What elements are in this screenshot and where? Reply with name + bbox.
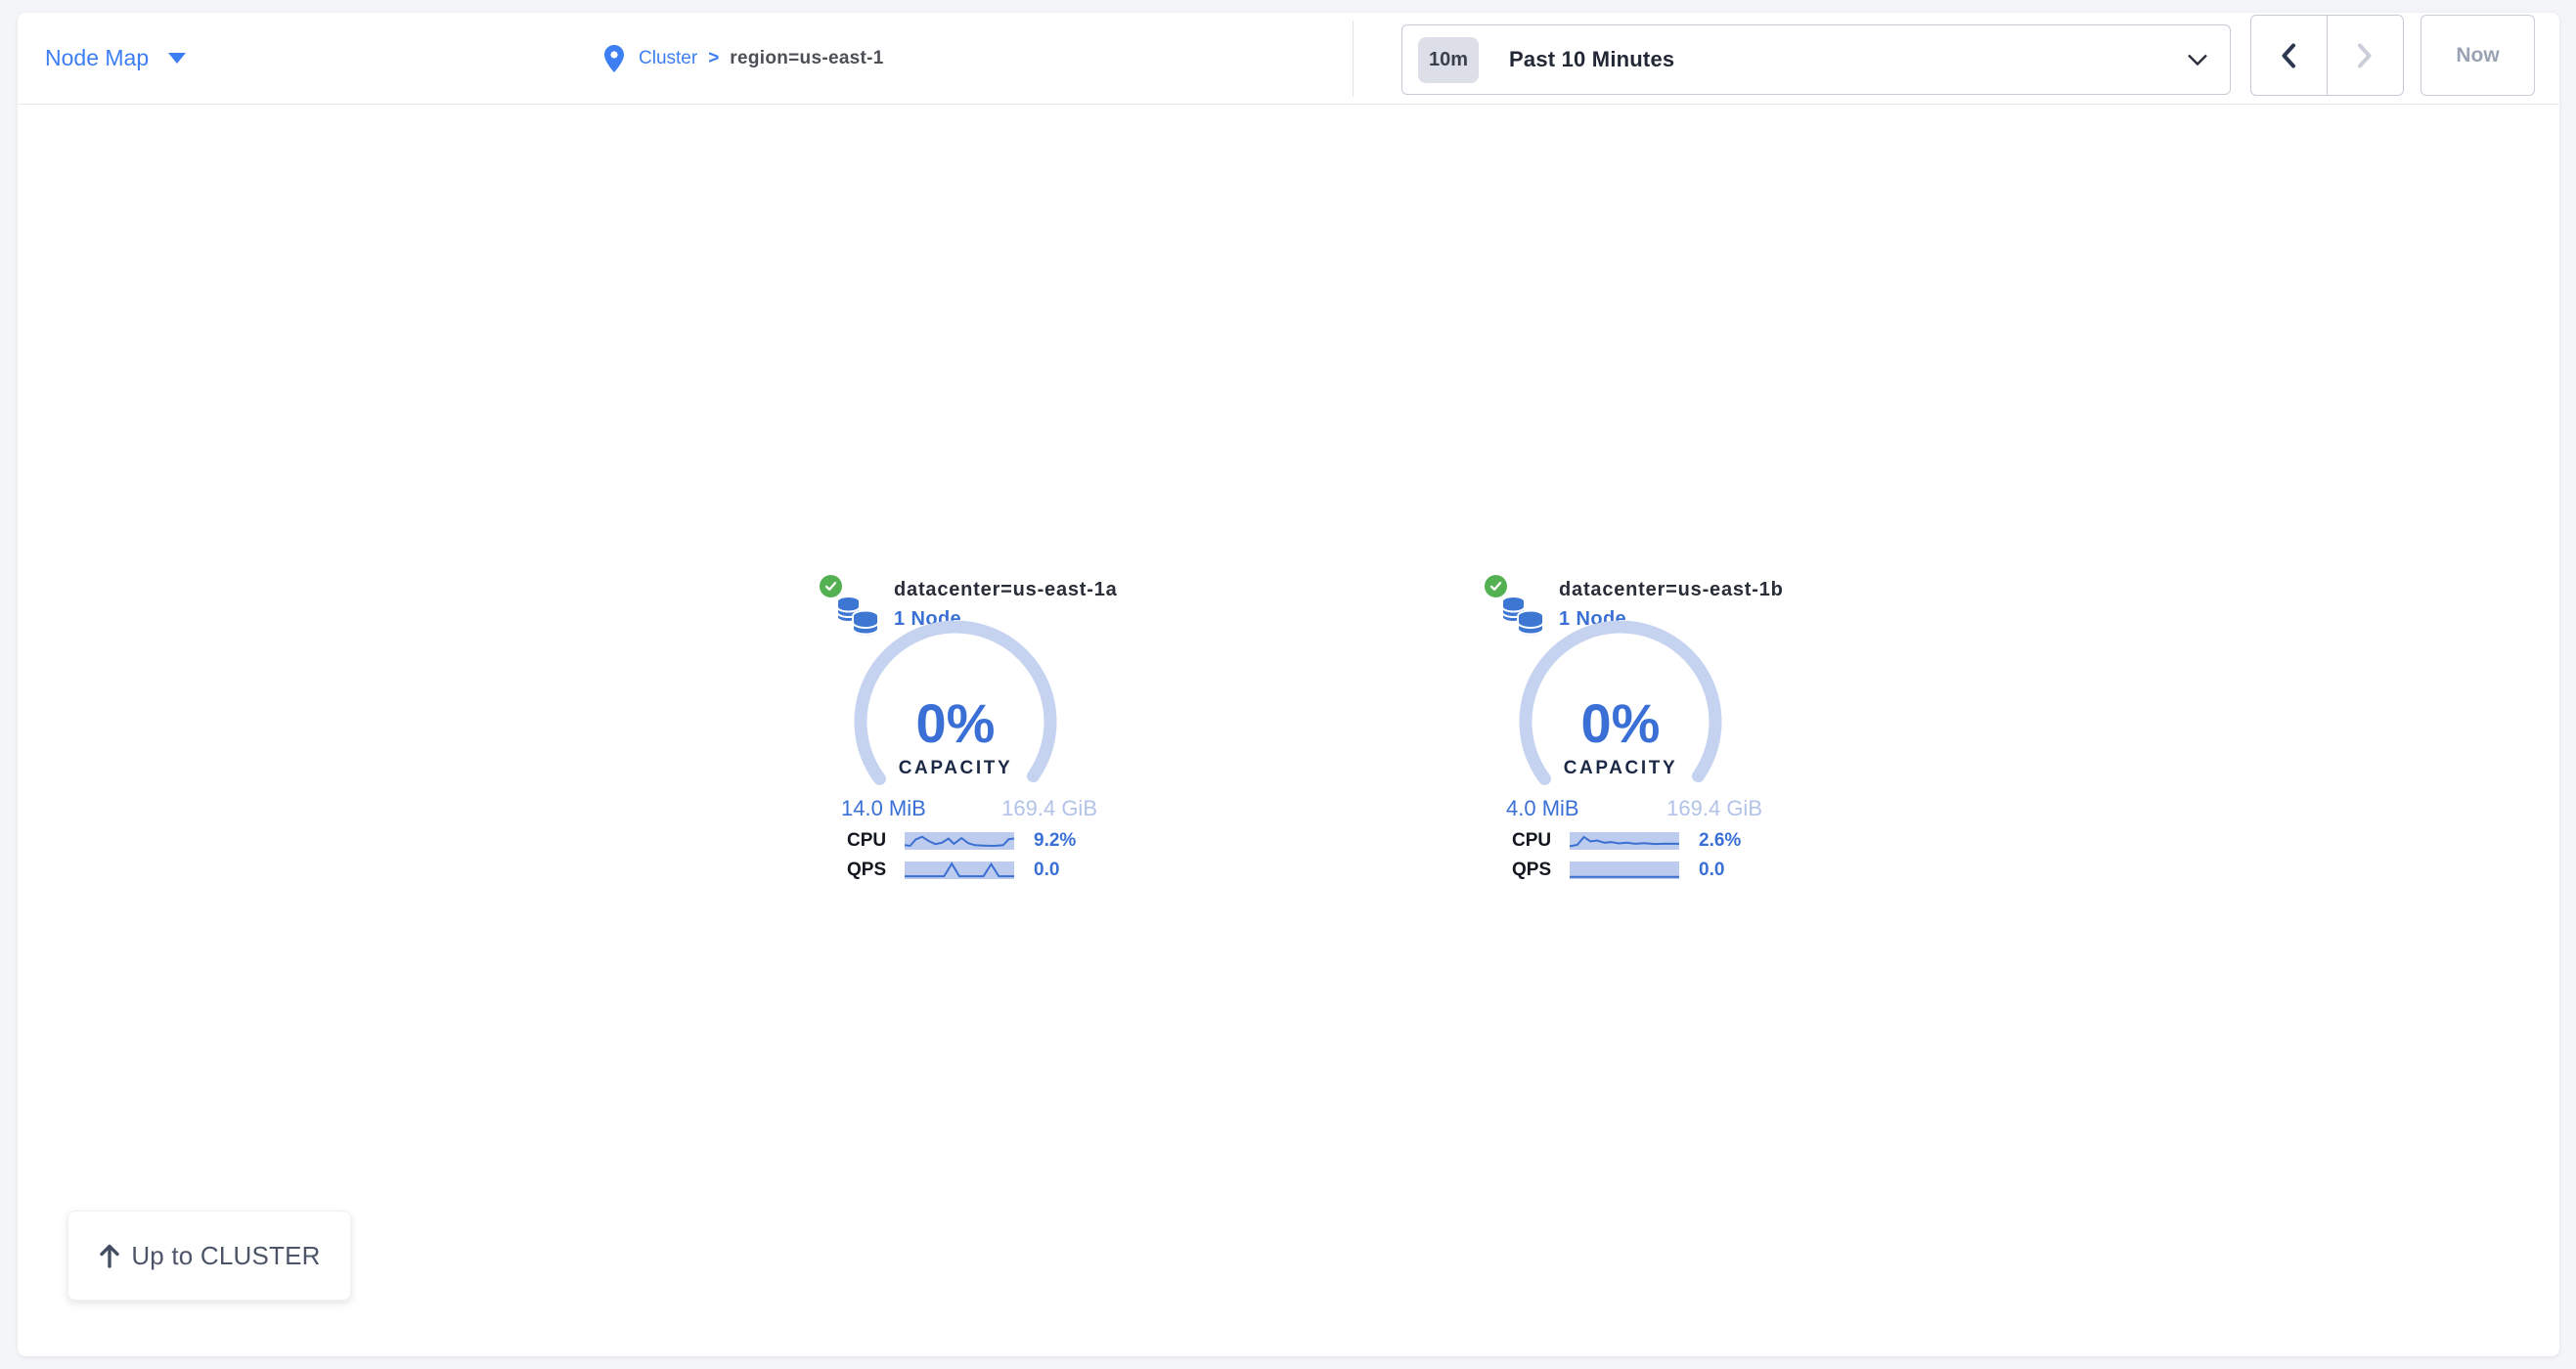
cpu-sparkline [905,832,1014,850]
qps-label: QPS [847,860,905,881]
database-stack-icon [834,592,880,640]
check-icon [823,579,838,594]
time-next-button[interactable] [2328,16,2404,95]
qps-label: QPS [1512,860,1570,881]
view-selector[interactable]: Node Map [45,13,186,104]
capacity-total: 169.4 GiB [1666,796,1762,821]
cpu-sparkline [1570,832,1679,850]
caret-down-icon [168,53,186,64]
capacity-used: 4.0 MiB [1506,796,1579,821]
qps-value: 0.0 [1699,860,1724,881]
location-pin-icon [602,44,626,73]
breadcrumb-current: region=us-east-1 [730,48,883,69]
cpu-label: CPU [847,830,905,852]
now-button[interactable]: Now [2421,15,2535,96]
datacenter-title: datacenter=us-east-1b [1559,579,1784,601]
health-check-icon [818,573,844,599]
datacenter-title: datacenter=us-east-1a [894,579,1118,601]
check-icon [1488,579,1503,594]
arrow-up-icon [98,1242,121,1269]
main-panel [18,13,2559,1356]
view-selector-label: Node Map [45,45,149,71]
up-to-cluster-button[interactable]: Up to CLUSTER [67,1211,351,1301]
cpu-metric-row: CPU 2.6% [1512,830,1741,852]
datacenter-card[interactable]: datacenter=us-east-1a 1 Node 0% CAPACITY… [820,572,1105,900]
qps-sparkline [1570,861,1679,879]
cpu-value: 2.6% [1699,830,1741,852]
header-section-divider [1353,21,1354,97]
qps-value: 0.0 [1034,860,1059,881]
breadcrumb-separator: > [708,48,719,69]
qps-metric-row: QPS 0.0 [847,860,1059,881]
chevron-right-icon [2356,42,2374,69]
capacity-used: 14.0 MiB [841,796,926,821]
capacity-label: CAPACITY [852,758,1059,779]
time-pager [2250,15,2404,96]
capacity-label: CAPACITY [1517,758,1724,779]
health-check-icon [1483,573,1509,599]
qps-metric-row: QPS 0.0 [1512,860,1724,881]
datacenter-card[interactable]: datacenter=us-east-1b 1 Node 0% CAPACITY… [1485,572,1770,900]
time-range-badge: 10m [1418,37,1479,83]
header-divider-line [18,104,2559,105]
capacity-percentage: 0% [852,691,1059,755]
breadcrumb-cluster-link[interactable]: Cluster [639,48,697,69]
capacity-total: 169.4 GiB [1001,796,1097,821]
cpu-metric-row: CPU 9.2% [847,830,1076,852]
time-prev-button[interactable] [2251,16,2328,95]
time-range-picker[interactable]: 10m Past 10 Minutes [1401,24,2231,95]
database-stack-icon [1499,592,1545,640]
breadcrumb: Cluster > region=us-east-1 [602,13,884,104]
node-map-page: Node Map Cluster > region=us-east-1 10m … [0,0,2576,1369]
time-range-label: Past 10 Minutes [1509,47,2187,72]
up-to-cluster-label: Up to CLUSTER [131,1241,320,1271]
chevron-down-icon [2187,53,2208,66]
chevron-left-icon [2280,42,2297,69]
qps-sparkline [905,861,1014,879]
capacity-percentage: 0% [1517,691,1724,755]
cpu-label: CPU [1512,830,1570,852]
cpu-value: 9.2% [1034,830,1076,852]
